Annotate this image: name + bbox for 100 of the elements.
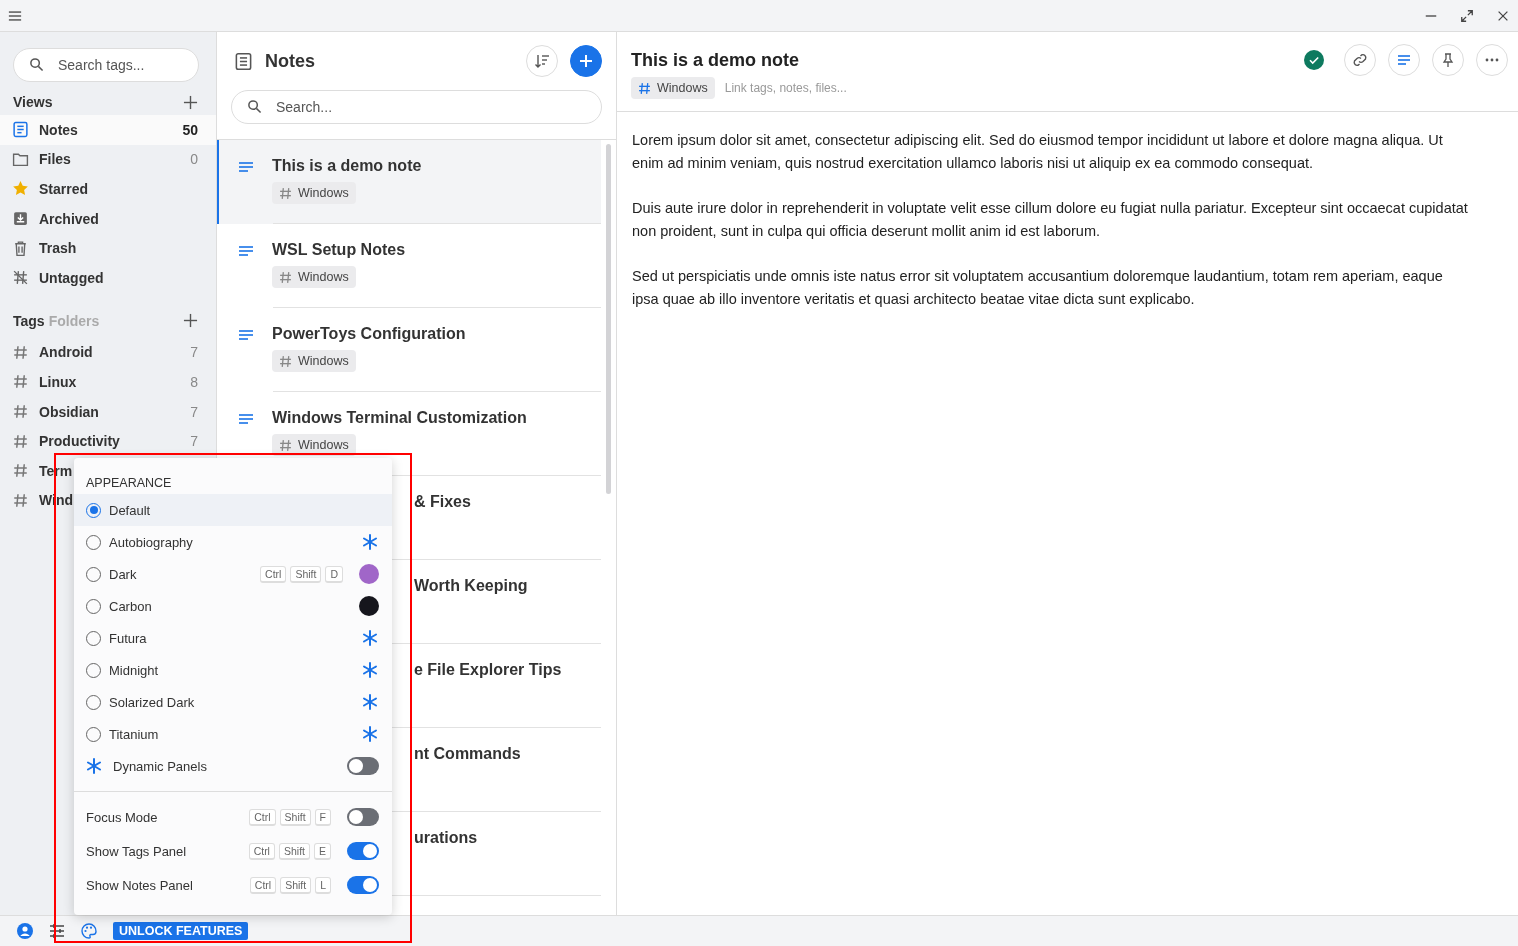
- tag-count: 7: [190, 403, 198, 420]
- note-title: nt Commands: [414, 745, 521, 763]
- theme-option[interactable]: Dark Ctrl Shift D: [74, 558, 392, 590]
- note-icon: [12, 121, 29, 139]
- tag-label: Windows: [298, 186, 349, 200]
- search-field[interactable]: Search...: [231, 90, 602, 124]
- tag-label: Windows: [298, 270, 349, 284]
- sort-button[interactable]: [526, 45, 558, 77]
- tag-label: Windows: [657, 81, 708, 95]
- tag-chip[interactable]: Windows: [272, 266, 356, 288]
- theme-option[interactable]: Default: [74, 494, 392, 526]
- sidebar-item[interactable]: Trash: [0, 233, 216, 263]
- keyboard-key: F: [314, 808, 331, 826]
- palette-icon[interactable]: [81, 923, 97, 939]
- scrollbar[interactable]: [606, 144, 611, 494]
- toggle-switch[interactable]: [347, 876, 379, 894]
- option-label: Focus Mode: [86, 809, 159, 825]
- add-icon: [578, 53, 594, 69]
- hash-icon: [279, 186, 292, 200]
- asterisk-icon: [362, 630, 378, 646]
- note-title: This is a demo note: [631, 49, 801, 71]
- paragraph: Duis aute irure dolor in reprehenderit in voluptate velit esse cillum dolore eu fugiat nulla pariatur. Excepteur sint occaecat cupidatat non proident, sunt in culpa qui officia deserunt mollit anim id est laborum.: [632, 199, 1468, 241]
- sidebar-item[interactable]: Files 0: [0, 144, 216, 175]
- text-lines-icon: [238, 161, 254, 173]
- note-item[interactable]: This is a demo note Windows: [217, 140, 601, 224]
- tag-chip[interactable]: Windows: [631, 77, 715, 99]
- sidebar-item[interactable]: Starred: [0, 174, 216, 204]
- note-title: urations: [414, 829, 478, 847]
- tag-count: 8: [190, 373, 198, 390]
- keyboard-key: D: [325, 565, 343, 583]
- account-icon[interactable]: [17, 923, 33, 939]
- sidebar-item[interactable]: Untagged: [0, 262, 216, 293]
- unlock-features-button[interactable]: UNLOCK FEATURES: [113, 922, 249, 940]
- keyboard-key: Ctrl: [249, 808, 276, 826]
- hash-icon: [13, 344, 28, 360]
- tag-item[interactable]: Android: [39, 344, 93, 361]
- pin-icon: [1440, 52, 1456, 68]
- tag-item[interactable]: Obsidian: [39, 403, 99, 420]
- sidebar-item[interactable]: Notes 50: [0, 115, 216, 145]
- hash-icon: [279, 270, 292, 284]
- keyboard-key: Shift: [280, 876, 312, 894]
- section-title: Tags: [13, 312, 45, 329]
- note-title: Worth Keeping: [414, 577, 528, 595]
- asterisk-icon: [362, 534, 378, 550]
- search-field[interactable]: Search tags...: [13, 48, 199, 82]
- tag-count: 7: [190, 344, 198, 361]
- link-icon: [1352, 52, 1368, 68]
- note-title: & Fixes: [414, 493, 471, 511]
- keyboard-key: Ctrl: [249, 876, 277, 894]
- keyboard-key: Shift: [278, 842, 310, 860]
- text-lines-icon: [238, 413, 254, 425]
- tag-item[interactable]: Productivity: [39, 433, 120, 450]
- asterisk-icon: [86, 758, 102, 774]
- link-button[interactable]: [1344, 44, 1376, 76]
- sidebar-item[interactable]: Archived: [0, 203, 216, 234]
- keyboard-key: Ctrl: [260, 565, 287, 583]
- tag-chip[interactable]: Windows: [272, 182, 356, 204]
- menu-icon[interactable]: [8, 8, 22, 23]
- paragraph: Sed ut perspiciatis unde omnis iste natus error sit voluptatem accusantium doloremque laudantium, totam rem aperiam, eaque ipsa quae ab illo inventore veritatis et quasi architecto beatae vitae dicta sunt explicabo.: [632, 267, 1444, 309]
- sliders-icon[interactable]: [49, 923, 65, 939]
- text-lines-icon: [238, 245, 254, 257]
- sort-icon: [534, 53, 550, 69]
- toggle-switch[interactable]: [347, 842, 379, 860]
- tag-item[interactable]: Linux: [39, 373, 77, 390]
- tag-label: Windows: [298, 354, 349, 368]
- archive-icon: [12, 210, 29, 228]
- toggle-switch[interactable]: [347, 808, 379, 826]
- note-title: e File Explorer Tips: [414, 661, 562, 679]
- theme-option[interactable]: Carbon: [74, 590, 392, 622]
- asterisk-icon: [362, 662, 378, 678]
- toggle-switch[interactable]: [347, 757, 379, 775]
- link-field[interactable]: Link tags, notes, files...: [722, 80, 1027, 96]
- untagged-icon: [12, 269, 29, 287]
- note-title: WSL Setup Notes: [272, 241, 406, 259]
- option-label: Show Tags Panel: [86, 843, 188, 859]
- note-item[interactable]: PowerToys Configuration Windows: [217, 308, 601, 392]
- keyboard-key: Ctrl: [248, 842, 275, 860]
- keyboard-key: L: [315, 876, 331, 894]
- note-title: Windows Terminal Customization: [272, 409, 527, 427]
- maximize-icon[interactable]: [1460, 8, 1474, 23]
- tag-chip[interactable]: Windows: [272, 350, 356, 372]
- hash-icon: [13, 374, 28, 390]
- new-note-button[interactable]: [570, 45, 602, 77]
- keyboard-key: Shift: [290, 565, 322, 583]
- tag-chip[interactable]: Windows: [272, 434, 356, 456]
- note-item[interactable]: WSL Setup Notes Windows: [217, 224, 601, 308]
- outline-button[interactable]: [1388, 44, 1420, 76]
- hash-icon: [13, 463, 28, 479]
- hash-icon: [13, 492, 28, 508]
- add-icon[interactable]: [183, 94, 198, 110]
- hash-icon: [279, 438, 292, 452]
- hash-icon: [279, 354, 292, 368]
- option-label: Dynamic Panels: [113, 758, 208, 774]
- pin-button[interactable]: [1432, 44, 1464, 76]
- asterisk-icon: [362, 694, 378, 710]
- tag-count: 7: [190, 433, 198, 450]
- asterisk-icon: [362, 726, 378, 742]
- add-icon[interactable]: [183, 313, 198, 329]
- star-icon: [12, 180, 29, 198]
- folder-icon: [12, 150, 29, 168]
